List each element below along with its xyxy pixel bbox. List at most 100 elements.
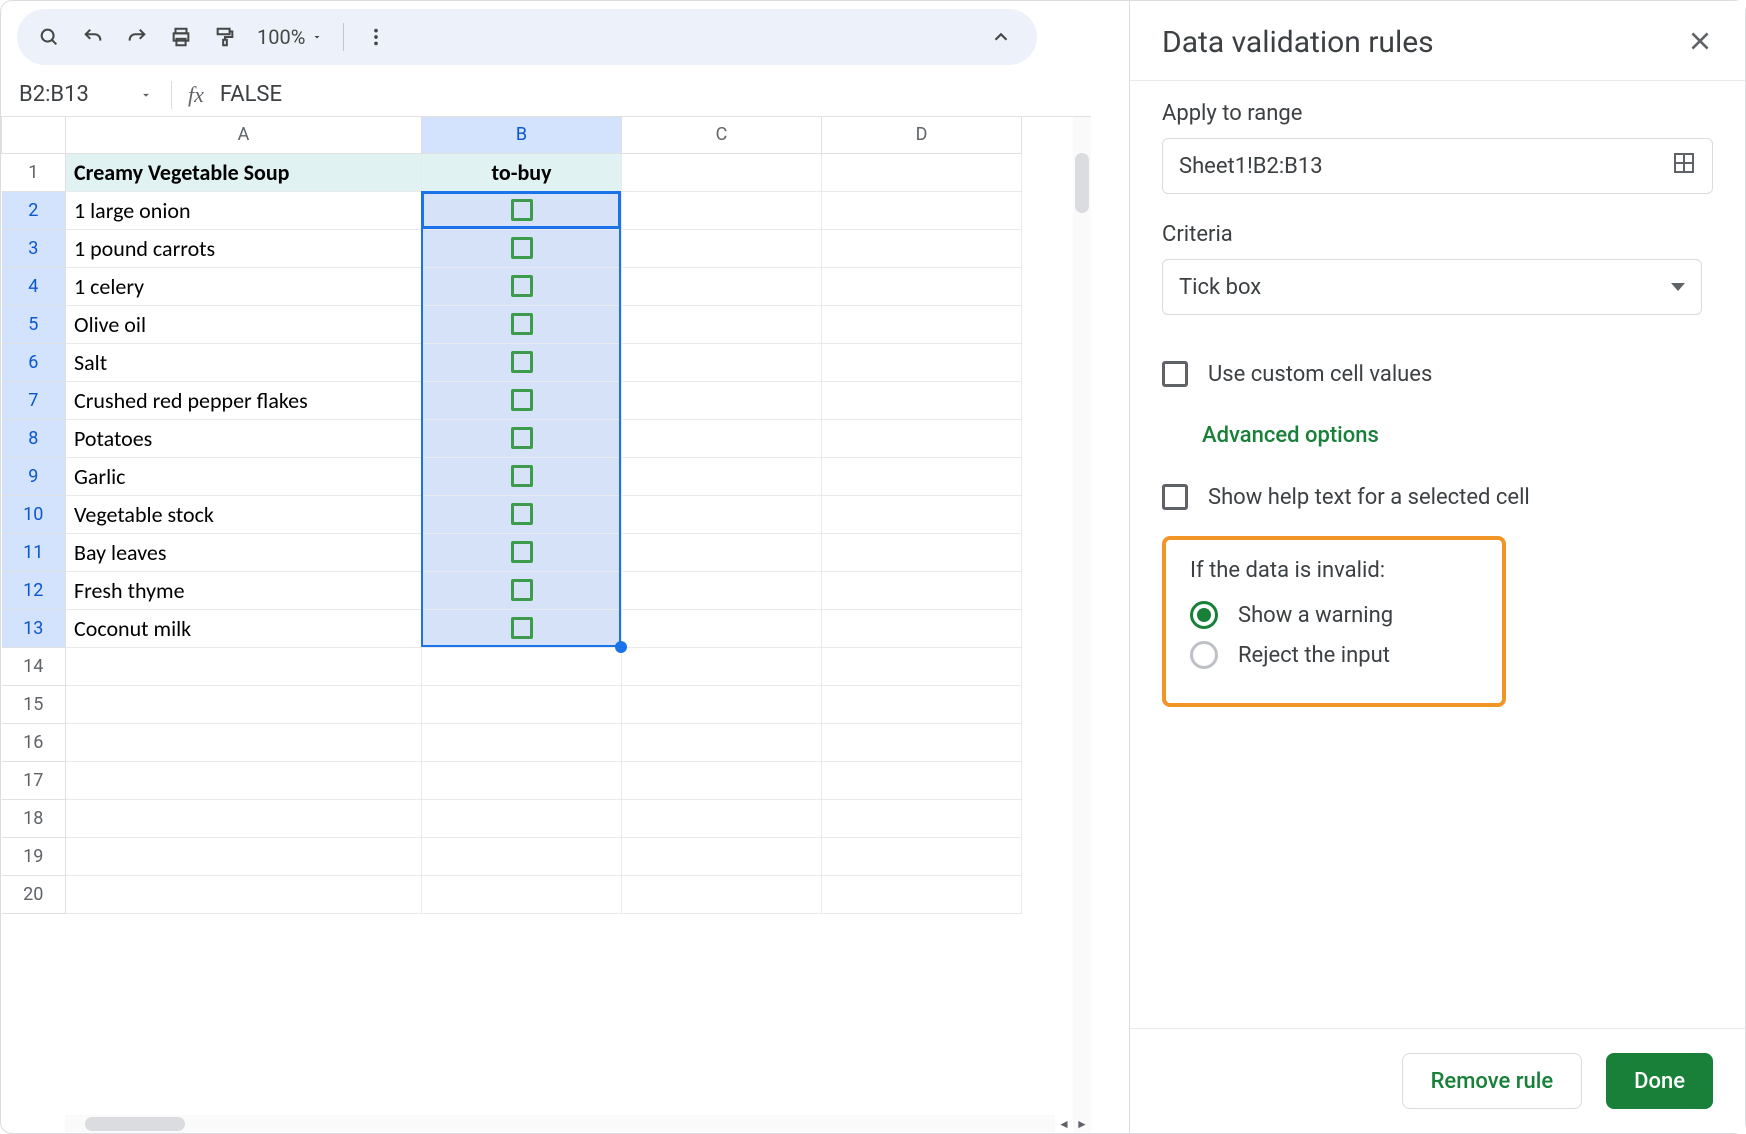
cell-B18[interactable] bbox=[422, 799, 622, 837]
cell-C6[interactable] bbox=[622, 343, 822, 381]
cell-C15[interactable] bbox=[622, 685, 822, 723]
cell-D2[interactable] bbox=[822, 191, 1022, 229]
cell-D12[interactable] bbox=[822, 571, 1022, 609]
checkbox-icon[interactable] bbox=[511, 541, 533, 563]
row-header-13[interactable]: 13 bbox=[2, 609, 66, 647]
cell-C5[interactable] bbox=[622, 305, 822, 343]
criteria-dropdown[interactable]: Tick box bbox=[1162, 259, 1702, 315]
cell-B8[interactable] bbox=[422, 419, 622, 457]
more-icon[interactable] bbox=[356, 17, 396, 57]
row-header-1[interactable]: 1 bbox=[2, 153, 66, 191]
cell-B7[interactable] bbox=[422, 381, 622, 419]
cell-C17[interactable] bbox=[622, 761, 822, 799]
cell-C20[interactable] bbox=[622, 875, 822, 913]
cell-B17[interactable] bbox=[422, 761, 622, 799]
cell-B6[interactable] bbox=[422, 343, 622, 381]
cell-C12[interactable] bbox=[622, 571, 822, 609]
cell-D20[interactable] bbox=[822, 875, 1022, 913]
name-box[interactable]: B2:B13 bbox=[1, 82, 171, 107]
cell-D16[interactable] bbox=[822, 723, 1022, 761]
checkbox-icon[interactable] bbox=[511, 503, 533, 525]
cell-A20[interactable] bbox=[66, 875, 422, 913]
cell-C10[interactable] bbox=[622, 495, 822, 533]
column-header-D[interactable]: D bbox=[822, 117, 1022, 153]
row-header-16[interactable]: 16 bbox=[2, 723, 66, 761]
column-header-B[interactable]: B bbox=[422, 117, 622, 153]
scroll-thumb[interactable] bbox=[85, 1117, 185, 1131]
cell-A2[interactable]: 1 large onion bbox=[66, 191, 422, 229]
cell-A12[interactable]: Fresh thyme bbox=[66, 571, 422, 609]
row-header-3[interactable]: 3 bbox=[2, 229, 66, 267]
done-button[interactable]: Done bbox=[1606, 1053, 1713, 1109]
cell-B2[interactable] bbox=[422, 191, 622, 229]
cell-D11[interactable] bbox=[822, 533, 1022, 571]
cell-C2[interactable] bbox=[622, 191, 822, 229]
advanced-options-toggle[interactable]: Advanced options bbox=[1162, 405, 1713, 466]
checkbox-icon[interactable] bbox=[511, 237, 533, 259]
cell-D7[interactable] bbox=[822, 381, 1022, 419]
cell-A6[interactable]: Salt bbox=[66, 343, 422, 381]
cell-D4[interactable] bbox=[822, 267, 1022, 305]
checkbox-icon[interactable] bbox=[511, 199, 533, 221]
cell-D5[interactable] bbox=[822, 305, 1022, 343]
expand-up-icon[interactable] bbox=[981, 17, 1021, 57]
cell-B1[interactable]: to-buy bbox=[422, 153, 622, 191]
checkbox-icon[interactable] bbox=[511, 465, 533, 487]
cell-B4[interactable] bbox=[422, 267, 622, 305]
radio-reject-input[interactable]: Reject the input bbox=[1190, 641, 1478, 669]
row-header-7[interactable]: 7 bbox=[2, 381, 66, 419]
cell-D1[interactable] bbox=[822, 153, 1022, 191]
cell-A5[interactable]: Olive oil bbox=[66, 305, 422, 343]
redo-icon[interactable] bbox=[117, 17, 157, 57]
cell-B16[interactable] bbox=[422, 723, 622, 761]
row-header-11[interactable]: 11 bbox=[2, 533, 66, 571]
checkbox-icon[interactable] bbox=[511, 351, 533, 373]
remove-rule-button[interactable]: Remove rule bbox=[1402, 1053, 1583, 1109]
horizontal-scrollbar[interactable] bbox=[65, 1115, 1055, 1133]
print-icon[interactable] bbox=[161, 17, 201, 57]
row-header-17[interactable]: 17 bbox=[2, 761, 66, 799]
checkbox-icon[interactable] bbox=[511, 275, 533, 297]
cell-C13[interactable] bbox=[622, 609, 822, 647]
cell-A9[interactable]: Garlic bbox=[66, 457, 422, 495]
row-header-18[interactable]: 18 bbox=[2, 799, 66, 837]
row-header-8[interactable]: 8 bbox=[2, 419, 66, 457]
row-header-12[interactable]: 12 bbox=[2, 571, 66, 609]
cell-B5[interactable] bbox=[422, 305, 622, 343]
checkbox-icon[interactable] bbox=[511, 313, 533, 335]
formula-value[interactable]: FALSE bbox=[220, 82, 282, 107]
row-header-5[interactable]: 5 bbox=[2, 305, 66, 343]
help-text-checkbox[interactable]: Show help text for a selected cell bbox=[1162, 484, 1713, 510]
cell-D10[interactable] bbox=[822, 495, 1022, 533]
row-header-20[interactable]: 20 bbox=[2, 875, 66, 913]
cell-A4[interactable]: 1 celery bbox=[66, 267, 422, 305]
cell-B9[interactable] bbox=[422, 457, 622, 495]
cell-A19[interactable] bbox=[66, 837, 422, 875]
cell-C3[interactable] bbox=[622, 229, 822, 267]
row-header-4[interactable]: 4 bbox=[2, 267, 66, 305]
range-field[interactable]: Sheet1!B2:B13 bbox=[1162, 138, 1713, 194]
row-header-10[interactable]: 10 bbox=[2, 495, 66, 533]
cell-A15[interactable] bbox=[66, 685, 422, 723]
cell-D13[interactable] bbox=[822, 609, 1022, 647]
cell-A17[interactable] bbox=[66, 761, 422, 799]
cell-A13[interactable]: Coconut milk bbox=[66, 609, 422, 647]
cell-D15[interactable] bbox=[822, 685, 1022, 723]
cell-C16[interactable] bbox=[622, 723, 822, 761]
selection-handle[interactable] bbox=[615, 641, 627, 653]
cell-C14[interactable] bbox=[622, 647, 822, 685]
cell-D8[interactable] bbox=[822, 419, 1022, 457]
cell-A18[interactable] bbox=[66, 799, 422, 837]
cell-B3[interactable] bbox=[422, 229, 622, 267]
cell-A14[interactable] bbox=[66, 647, 422, 685]
cell-A7[interactable]: Crushed red pepper flakes bbox=[66, 381, 422, 419]
cell-B19[interactable] bbox=[422, 837, 622, 875]
cell-C8[interactable] bbox=[622, 419, 822, 457]
cell-C18[interactable] bbox=[622, 799, 822, 837]
cell-B11[interactable] bbox=[422, 533, 622, 571]
cell-B14[interactable] bbox=[422, 647, 622, 685]
scroll-right-icon[interactable]: ► bbox=[1073, 1115, 1091, 1133]
cell-A10[interactable]: Vegetable stock bbox=[66, 495, 422, 533]
checkbox-icon[interactable] bbox=[511, 617, 533, 639]
scroll-thumb[interactable] bbox=[1075, 153, 1089, 213]
